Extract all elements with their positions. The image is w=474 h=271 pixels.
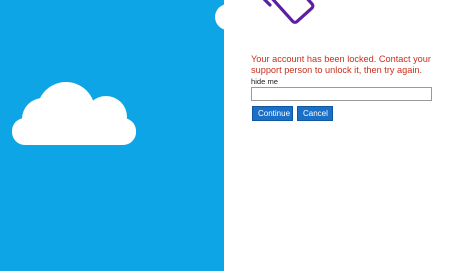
sign-in-page: Your account has been locked. Contact yo… [0,0,474,271]
hide-me-label: hide me [251,77,279,86]
continue-button[interactable]: Continue [252,106,293,121]
sky-background [0,0,224,271]
cancel-button[interactable]: Cancel [297,106,333,121]
phone-outline-logo-icon [262,0,315,24]
account-locked-message: Your account has been locked. Contact yo… [251,54,431,75]
content-panel: Your account has been locked. Contact yo… [224,0,474,271]
background-illustration-panel [0,0,224,271]
hide-me-input[interactable] [251,87,432,101]
